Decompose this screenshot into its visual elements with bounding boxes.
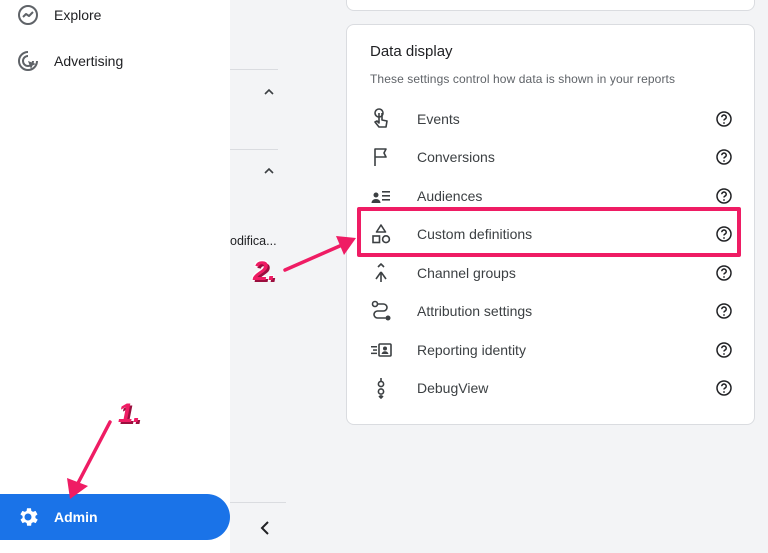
row-reporting-identity[interactable]: Reporting identity (361, 331, 741, 369)
row-conversions[interactable]: Conversions (361, 138, 741, 176)
divider (230, 502, 286, 503)
card-title: Data display (370, 43, 453, 60)
merge-icon (375, 263, 387, 282)
nav-item-label: Admin (54, 509, 98, 525)
property-column (230, 0, 346, 553)
advertising-icon (18, 51, 38, 71)
row-events[interactable]: Events (361, 100, 741, 138)
row-label: Attribution settings (417, 303, 533, 319)
nav-item-label: Explore (54, 7, 102, 23)
divider (230, 149, 278, 150)
flag-icon (374, 148, 387, 166)
identity-icon (371, 343, 392, 357)
custom-definitions-highlight-box (357, 207, 741, 257)
help-icon[interactable] (715, 110, 733, 128)
nav-item-admin[interactable]: Admin (0, 494, 230, 540)
gear-icon (20, 508, 38, 526)
touch-icon (374, 108, 388, 128)
divider (230, 69, 278, 70)
row-label: Audiences (417, 188, 483, 204)
card-subtitle: These settings control how data is shown… (370, 72, 676, 86)
settings-card (346, 0, 755, 11)
help-icon[interactable] (715, 302, 733, 320)
row-attribution-settings[interactable]: Attribution settings (361, 292, 741, 330)
chevron-left-icon[interactable] (256, 518, 274, 538)
step-2-label: 2. (253, 256, 276, 286)
chevron-up-icon[interactable] (262, 85, 276, 99)
row-label: Conversions (417, 149, 495, 165)
explore-icon (18, 5, 38, 25)
row-label: DebugView (417, 380, 489, 396)
help-icon[interactable] (715, 341, 733, 359)
row-channel-groups[interactable]: Channel groups (361, 254, 741, 292)
nav-item-label: Advertising (54, 53, 124, 69)
help-icon[interactable] (715, 187, 733, 205)
attribution-path-icon (371, 300, 391, 321)
help-icon[interactable] (715, 148, 733, 166)
truncated-item-label[interactable]: odifica... (230, 234, 282, 248)
audience-list-icon (371, 191, 390, 203)
help-icon[interactable] (715, 379, 733, 397)
help-icon[interactable] (715, 264, 733, 282)
row-label: Events (417, 111, 460, 127)
debug-view-icon (377, 378, 385, 400)
step-1-label: 1. (118, 398, 141, 428)
row-label: Reporting identity (417, 342, 526, 358)
nav-item-explore[interactable]: Explore (0, 0, 230, 35)
row-label: Channel groups (417, 265, 516, 281)
left-nav: Explore Advertising Admin (0, 0, 230, 553)
nav-item-advertising[interactable]: Advertising (0, 41, 230, 81)
chevron-up-icon[interactable] (262, 164, 276, 178)
row-debugview[interactable]: DebugView (361, 369, 741, 407)
